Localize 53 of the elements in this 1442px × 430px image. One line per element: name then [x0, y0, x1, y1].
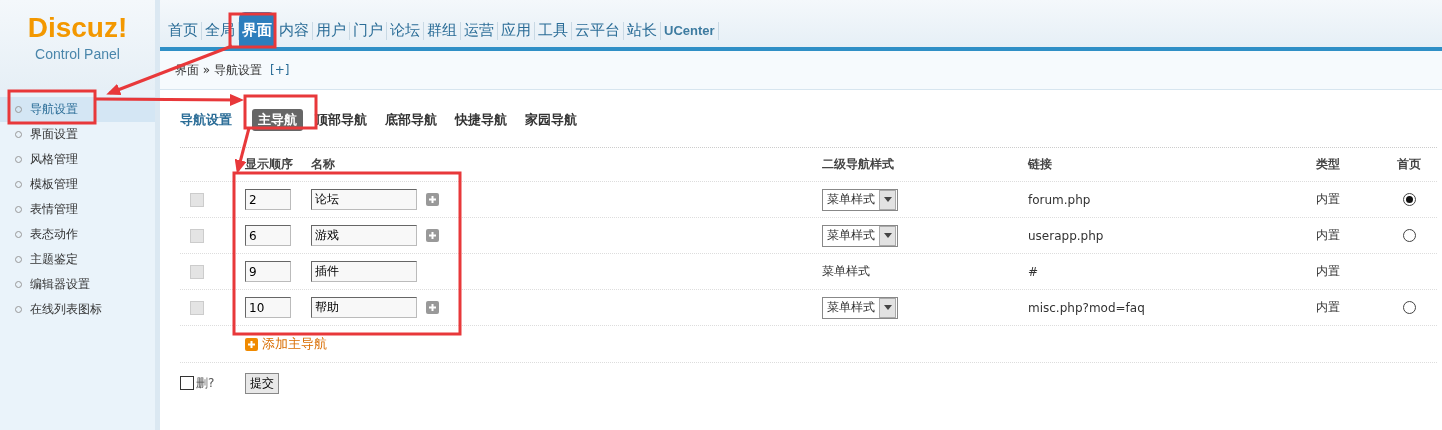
table-cell-text: userapp.php: [1028, 228, 1105, 243]
logo-subtitle: Control Panel: [35, 46, 120, 62]
delete-checkbox[interactable]: [180, 376, 194, 390]
delete-label: 删?: [196, 374, 215, 392]
section-title: 导航设置: [180, 110, 232, 129]
section-tab[interactable]: 底部导航: [379, 108, 443, 131]
top-nav-tab[interactable]: 首页: [165, 12, 201, 47]
section-tab[interactable]: 顶部导航: [309, 108, 373, 131]
add-main-nav-link[interactable]: 添加主导航: [245, 335, 327, 353]
table-cell: 菜单样式: [822, 264, 870, 278]
logo-wordmark: Discuz!: [27, 12, 128, 44]
add-shortcut-link[interactable]: [+]: [270, 63, 290, 77]
top-nav-tab[interactable]: 应用: [498, 12, 534, 47]
top-nav-tab[interactable]: 云平台: [572, 12, 623, 47]
table-cell-text: 内置: [1316, 191, 1341, 208]
sidebar-item[interactable]: 模板管理: [0, 172, 155, 197]
top-nav-tab[interactable]: 群组: [424, 12, 460, 47]
caret-icon: [883, 197, 892, 202]
column-header: 二级导航样式: [822, 156, 895, 173]
section-tab[interactable]: 家园导航: [519, 108, 583, 131]
table-cell-text: 内置: [1316, 227, 1341, 244]
sidebar-item[interactable]: 风格管理: [0, 147, 155, 172]
table-cell-text: forum.php: [1028, 192, 1092, 207]
sidebar-item[interactable]: 在线列表图标: [0, 297, 155, 322]
table-cell-text: misc.php?mod=faq: [1028, 300, 1146, 315]
sidebar-item[interactable]: 表情管理: [0, 197, 155, 222]
table-cell-text: #: [1028, 264, 1040, 279]
top-nav-tab[interactable]: 运营: [461, 12, 497, 47]
sidebar-item[interactable]: 编辑器设置: [0, 272, 155, 297]
column-header: 显示顺序: [245, 156, 294, 173]
table-cell-text: 内置: [1316, 263, 1341, 280]
top-nav-tab[interactable]: 内容: [276, 12, 312, 47]
top-nav-tab[interactable]: 门户: [350, 12, 386, 47]
top-nav-tab[interactable]: 站长: [624, 12, 660, 47]
top-nav-tab[interactable]: 用户: [313, 12, 349, 47]
top-nav-tab[interactable]: UCenter: [661, 12, 718, 47]
top-nav-tab[interactable]: 工具: [535, 12, 571, 47]
section-tab[interactable]: 快捷导航: [449, 108, 513, 131]
top-nav-tab[interactable]: 论坛: [387, 12, 423, 47]
caret-icon: [883, 233, 892, 238]
table-cell-text: 内置: [1316, 299, 1341, 316]
section-tab[interactable]: 主导航: [252, 108, 303, 131]
caret-icon: [883, 305, 892, 310]
sidebar-item[interactable]: 表态动作: [0, 222, 155, 247]
submit-button[interactable]: 提交: [245, 372, 279, 394]
sidebar-item[interactable]: 界面设置: [0, 122, 155, 147]
column-header: 名称: [311, 156, 336, 173]
column-header: 链接: [1028, 156, 1053, 173]
add-icon: [245, 337, 258, 351]
column-header: 首页: [1397, 156, 1422, 173]
sidebar-item[interactable]: 导航设置: [0, 97, 155, 122]
column-header: 类型: [1316, 156, 1341, 173]
sidebar-item[interactable]: 主题鉴定: [0, 247, 155, 272]
